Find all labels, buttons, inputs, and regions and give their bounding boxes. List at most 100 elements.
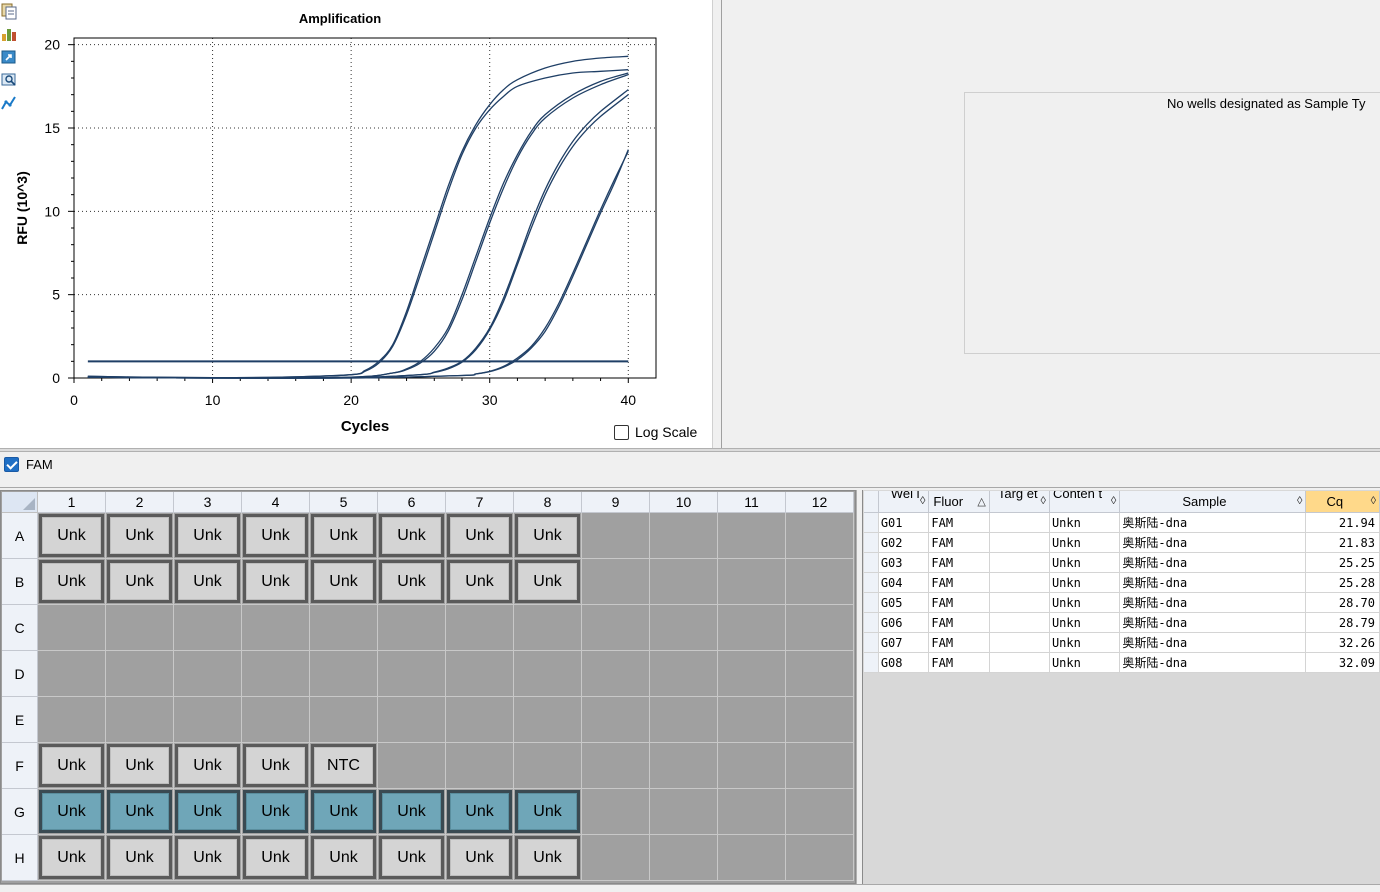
plate-well-cell[interactable]: Unk [174,513,242,559]
col-header-well[interactable]: Wel l ◊ [878,491,930,513]
plate-row-header[interactable]: H [2,835,38,881]
plate-well-cell[interactable] [718,789,786,835]
plate-well[interactable]: Unk [311,790,376,833]
plate-well[interactable]: Unk [243,560,308,603]
plate-row-header[interactable]: B [2,559,38,605]
plate-well-cell[interactable] [378,743,446,789]
plate-well-cell[interactable]: Unk [514,559,582,605]
plate-well-cell[interactable] [174,605,242,651]
plate-well[interactable]: Unk [107,790,172,833]
plate-well-cell[interactable] [106,697,174,743]
plate-well-cell[interactable] [786,697,854,743]
plate-well-cell[interactable] [786,743,854,789]
plate-well-cell[interactable] [718,835,786,881]
plate-well[interactable]: Unk [107,744,172,787]
plate-well-cell[interactable]: Unk [38,743,106,789]
plate-well-cell[interactable] [718,651,786,697]
plate-well-cell[interactable] [582,651,650,697]
plate-column-header[interactable]: 4 [242,492,310,513]
plate-well-cell[interactable]: Unk [242,559,310,605]
plate-column-header[interactable]: 11 [718,492,786,513]
results-table-row[interactable]: G06 FAM Unkn 奥斯陆-dna 28.79 [864,612,1380,633]
log-scale-toggle[interactable]: Log Scale [614,424,697,440]
plate-well[interactable]: Unk [379,514,444,557]
results-table-row[interactable]: G08 FAM Unkn 奥斯陆-dna 32.09 [864,652,1380,673]
plate-well-cell[interactable]: Unk [310,789,378,835]
col-header-cq[interactable]: Cq ◊ [1305,491,1380,513]
copy-icon[interactable] [0,2,18,20]
plate-well-cell[interactable] [582,789,650,835]
row-header[interactable] [864,572,879,593]
plate-well-cell[interactable]: Unk [378,513,446,559]
plate-well-cell[interactable] [38,605,106,651]
plate-well-cell[interactable]: Unk [242,513,310,559]
plate-well[interactable]: Unk [39,744,104,787]
plate-well-cell[interactable]: Unk [38,513,106,559]
plate-well-cell[interactable] [718,697,786,743]
plate-well-cell[interactable]: Unk [242,743,310,789]
plate-well[interactable]: Unk [379,560,444,603]
plate-well-cell[interactable] [582,743,650,789]
plate-well-cell[interactable]: Unk [106,513,174,559]
plate-well[interactable]: Unk [243,836,308,879]
plate-column-header[interactable]: 3 [174,492,242,513]
plate-well-cell[interactable]: Unk [514,789,582,835]
plate-well-cell[interactable] [242,697,310,743]
results-table-row[interactable]: G04 FAM Unkn 奥斯陆-dna 25.28 [864,572,1380,593]
plate-well[interactable]: Unk [39,836,104,879]
plate-well-cell[interactable] [718,559,786,605]
plate-well-cell[interactable]: Unk [106,789,174,835]
row-header[interactable] [864,552,879,573]
row-header[interactable] [864,512,879,533]
plate-well[interactable]: Unk [243,790,308,833]
plate-well[interactable]: Unk [175,560,240,603]
plate-well-cell[interactable]: Unk [310,559,378,605]
export-icon[interactable] [0,48,18,66]
plate-well[interactable]: Unk [447,836,512,879]
plate-well-cell[interactable] [650,559,718,605]
plate-well-cell[interactable] [786,651,854,697]
plate-well-cell[interactable]: Unk [174,559,242,605]
plate-well-cell[interactable]: Unk [242,789,310,835]
plate-well-cell[interactable] [582,835,650,881]
plate-well-cell[interactable]: Unk [106,835,174,881]
plate-well-cell[interactable] [446,743,514,789]
plate-well-cell[interactable] [310,697,378,743]
vertical-splitter[interactable] [712,0,722,448]
plate-well-cell[interactable] [650,513,718,559]
plate-column-header[interactable]: 12 [786,492,854,513]
col-header-fluor[interactable]: Fluor △ [928,491,990,513]
plate-well-cell[interactable] [786,605,854,651]
plate-well-cell[interactable] [446,651,514,697]
plate-well-cell[interactable] [514,651,582,697]
plate-well[interactable]: Unk [39,514,104,557]
row-header[interactable] [864,652,879,673]
plate-well[interactable]: Unk [447,790,512,833]
col-header-target[interactable]: Targ et ◊ [989,491,1050,513]
plate-well[interactable]: Unk [379,836,444,879]
plate-column-header[interactable]: 8 [514,492,582,513]
col-header-content[interactable]: Conten t ◊ [1049,491,1121,513]
plate-well-cell[interactable] [650,743,718,789]
plate-well-cell[interactable]: Unk [514,835,582,881]
plate-column-header[interactable]: 1 [38,492,106,513]
plate-well-cell[interactable] [378,605,446,651]
results-table-row[interactable]: G05 FAM Unkn 奥斯陆-dna 28.70 [864,592,1380,613]
plate-well-cell[interactable] [514,743,582,789]
plate-column-header[interactable]: 2 [106,492,174,513]
results-table-row[interactable]: G03 FAM Unkn 奥斯陆-dna 25.25 [864,552,1380,573]
plate-well-cell[interactable]: Unk [378,789,446,835]
plate-well-cell[interactable] [38,651,106,697]
plate-well-cell[interactable]: Unk [174,835,242,881]
plate-well[interactable]: Unk [311,560,376,603]
zoom-chart-icon[interactable] [0,71,18,89]
plate-well[interactable]: Unk [107,836,172,879]
row-header[interactable] [864,592,879,613]
plate-well-cell[interactable] [378,651,446,697]
plate-well-cell[interactable] [514,697,582,743]
plate-column-header[interactable]: 7 [446,492,514,513]
results-table-row[interactable]: G07 FAM Unkn 奥斯陆-dna 32.26 [864,632,1380,653]
plate-well-cell[interactable]: Unk [446,789,514,835]
plate-well-cell[interactable]: Unk [446,559,514,605]
plate-well[interactable]: NTC [311,744,376,787]
